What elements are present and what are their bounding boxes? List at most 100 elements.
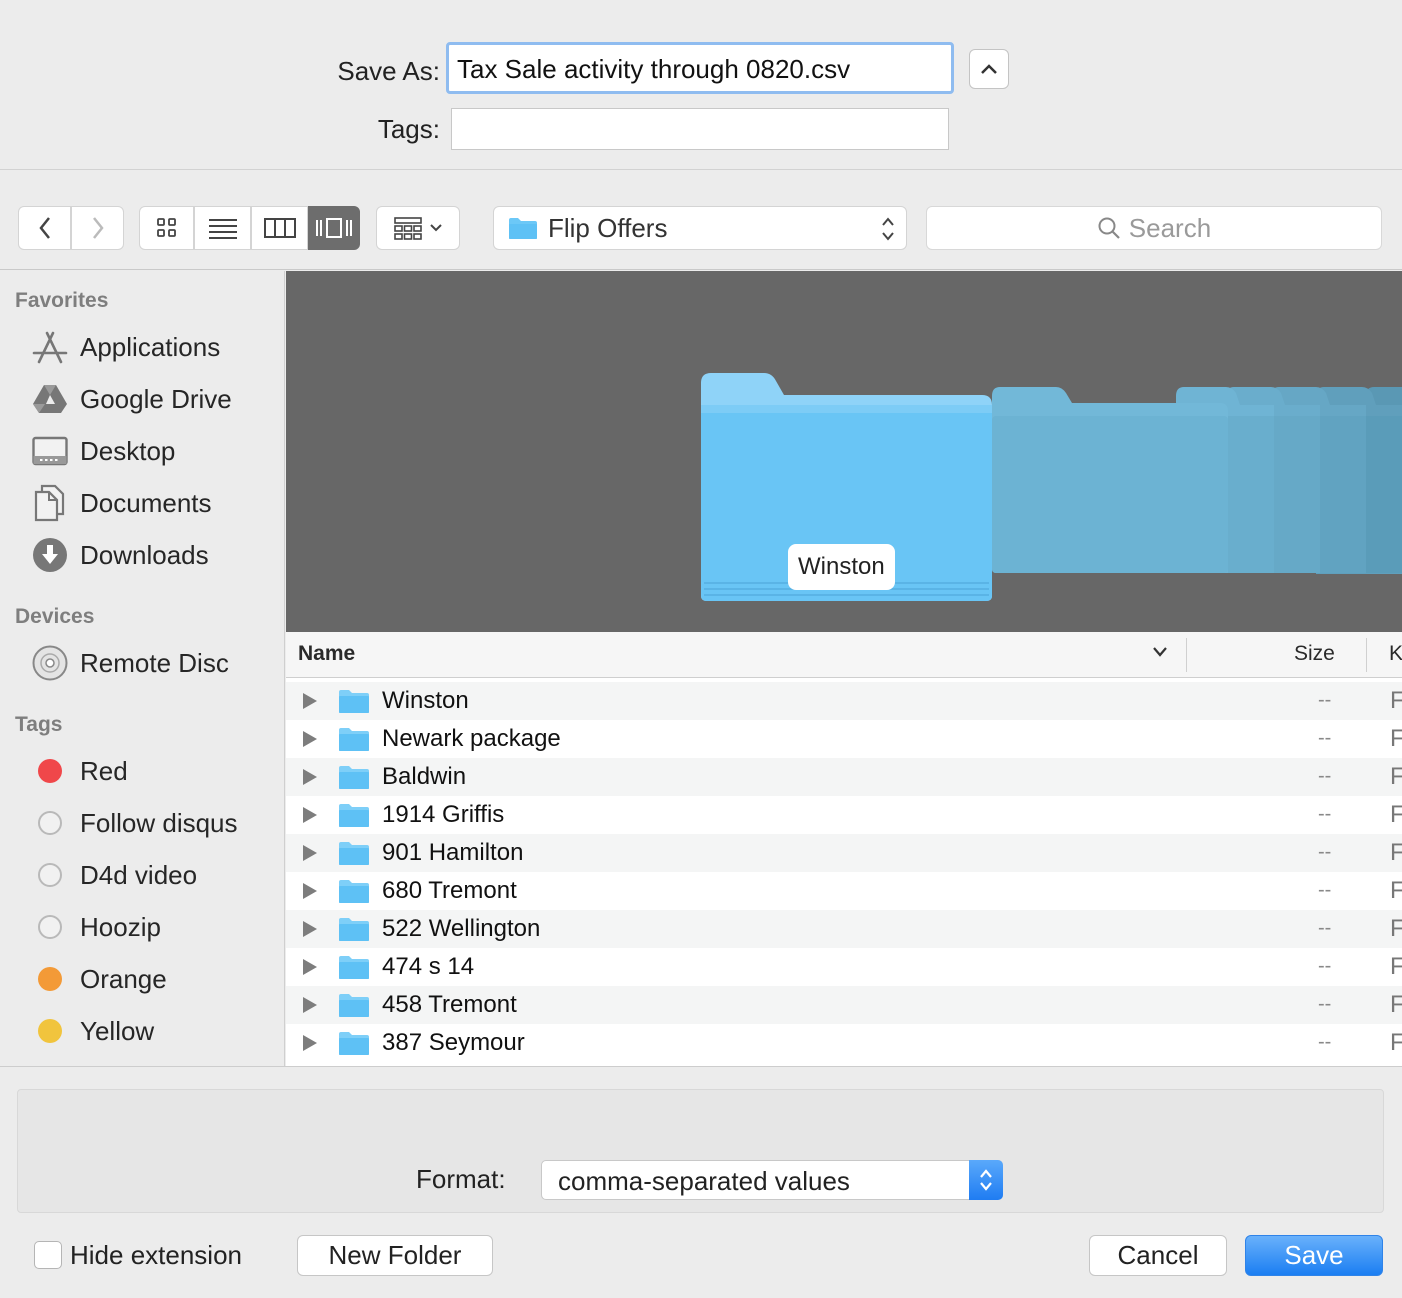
table-row[interactable]: Baldwin -- F	[286, 758, 1402, 796]
new-folder-button[interactable]: New Folder	[297, 1235, 493, 1276]
tags-title: Tags	[15, 713, 63, 736]
sidebar-item-downloads[interactable]: Downloads	[0, 531, 284, 579]
column-divider[interactable]	[1366, 638, 1367, 672]
disclosure-triangle-icon[interactable]	[303, 959, 317, 975]
sidebar-item-tag-hoozip[interactable]: Hoozip	[0, 903, 284, 951]
format-popup[interactable]: comma-separated values	[541, 1160, 1003, 1200]
tag-color-dot	[38, 915, 62, 939]
disclosure-triangle-icon[interactable]	[303, 845, 317, 861]
row-kind: F	[1390, 763, 1402, 790]
sidebar-item-label: Remote Disc	[80, 647, 229, 678]
location-popup[interactable]: Flip Offers	[493, 206, 907, 250]
table-row[interactable]: 387 Seymour -- F	[286, 1024, 1402, 1062]
name-column-header[interactable]: Name	[298, 642, 355, 666]
row-name: 387 Seymour	[382, 1029, 525, 1056]
disclosure-triangle-icon[interactable]	[303, 693, 317, 709]
folder-icon	[338, 840, 370, 871]
tag-color-dot	[38, 759, 62, 783]
collapse-dialog-button[interactable]	[969, 49, 1009, 89]
table-row[interactable]: 680 Tremont -- F	[286, 872, 1402, 910]
sidebar-item-applications[interactable]: Applications	[0, 323, 284, 371]
list-rows: Winston -- F Newark package -- F Baldwin -- F 191…	[286, 682, 1402, 1062]
column-view-button[interactable]	[251, 206, 308, 250]
icon-view-button[interactable]	[139, 206, 194, 250]
row-kind: F	[1390, 1029, 1402, 1056]
sort-chevron-down-icon[interactable]	[1152, 646, 1168, 658]
save-form: Save As: Tax Sale activity through 0820.…	[0, 0, 1402, 170]
row-kind: F	[1390, 877, 1402, 904]
table-row[interactable]: 458 Tremont -- F	[286, 986, 1402, 1024]
disclosure-triangle-icon[interactable]	[303, 997, 317, 1013]
back-button[interactable]	[18, 206, 71, 250]
sidebar-item-tag-orange[interactable]: Orange	[0, 955, 284, 1003]
hide-extension-label[interactable]: Hide extension	[70, 1240, 242, 1271]
disclosure-triangle-icon[interactable]	[303, 1035, 317, 1051]
disclosure-triangle-icon[interactable]	[303, 921, 317, 937]
cancel-button[interactable]: Cancel	[1089, 1235, 1227, 1276]
row-name: 901 Hamilton	[382, 839, 524, 866]
sidebar-item-tag-yellow[interactable]: Yellow	[0, 1007, 284, 1055]
disclosure-triangle-icon[interactable]	[303, 807, 317, 823]
table-row[interactable]: 474 s 14 -- F	[286, 948, 1402, 986]
disclosure-triangle-icon[interactable]	[303, 883, 317, 899]
list-view-icon	[208, 219, 237, 239]
folder-icon	[338, 764, 370, 795]
row-size: --	[1318, 841, 1332, 863]
row-kind: F	[1390, 687, 1402, 714]
table-row[interactable]: 1914 Griffis -- F	[286, 796, 1402, 834]
sidebar-item-label: Follow disqus	[80, 807, 238, 838]
sidebar-item-label: Downloads	[80, 539, 209, 570]
column-divider[interactable]	[1186, 638, 1187, 672]
google-drive-icon	[30, 379, 70, 419]
tag-dot-icon	[30, 803, 70, 843]
sidebar-item-documents[interactable]: Documents	[0, 479, 284, 527]
sidebar-item-desktop[interactable]: Desktop	[0, 427, 284, 475]
cover-flow-preview[interactable]: Winston	[286, 271, 1402, 632]
sidebar-item-label: Documents	[80, 487, 212, 518]
tag-color-dot	[38, 863, 62, 887]
icon-view-icon	[156, 218, 176, 237]
row-size: --	[1318, 993, 1332, 1015]
kind-column-header[interactable]: K	[1389, 642, 1402, 666]
table-row[interactable]: 522 Wellington -- F	[286, 910, 1402, 948]
sidebar-item-tag-d4d-video[interactable]: D4d video	[0, 851, 284, 899]
sidebar-item-label: Applications	[80, 331, 221, 362]
sidebar-item-remote-disc[interactable]: Remote Disc	[0, 639, 284, 687]
chevron-up-icon	[981, 64, 997, 74]
disclosure-triangle-icon[interactable]	[303, 769, 317, 785]
arrange-menu-button[interactable]	[376, 206, 460, 250]
folder-icon	[338, 726, 370, 757]
sidebar-item-tag-follow-disqus[interactable]: Follow disqus	[0, 799, 284, 847]
folder-icon	[338, 802, 370, 833]
sidebar-item-google-drive[interactable]: Google Drive	[0, 375, 284, 423]
table-row[interactable]: Newark package -- F	[286, 720, 1402, 758]
list-view-button[interactable]	[194, 206, 251, 250]
row-kind: F	[1390, 839, 1402, 866]
cover-flow-view-button[interactable]	[308, 206, 360, 250]
row-kind: F	[1390, 725, 1402, 752]
tag-dot-icon	[30, 959, 70, 999]
table-row[interactable]: Winston -- F	[286, 682, 1402, 720]
folder-icon	[338, 954, 370, 985]
table-row[interactable]: 901 Hamilton -- F	[286, 834, 1402, 872]
search-field[interactable]: Search	[926, 206, 1382, 250]
file-list: Name Size K Winston -- F Newark package -- F B…	[286, 632, 1402, 1066]
tags-input[interactable]	[451, 108, 949, 150]
size-column-header[interactable]: Size	[1294, 642, 1335, 666]
save-button[interactable]: Save	[1245, 1235, 1383, 1276]
chevron-right-icon	[92, 217, 104, 239]
tag-color-dot	[38, 811, 62, 835]
sidebar-item-label: D4d video	[80, 859, 198, 890]
hide-extension-checkbox[interactable]	[34, 1241, 62, 1269]
disclosure-triangle-icon[interactable]	[303, 731, 317, 747]
row-size: --	[1318, 765, 1332, 787]
sidebar-item-tag-red[interactable]: Red	[0, 747, 284, 795]
row-size: --	[1318, 689, 1332, 711]
sidebar-item-label: Orange	[80, 963, 167, 994]
forward-button[interactable]	[71, 206, 124, 250]
downloads-icon	[30, 535, 70, 575]
favorites-title: Favorites	[15, 289, 109, 312]
save-as-input[interactable]: Tax Sale activity through 0820.csv	[446, 42, 954, 94]
row-name: 1914 Griffis	[382, 801, 505, 828]
row-size: --	[1318, 803, 1332, 825]
